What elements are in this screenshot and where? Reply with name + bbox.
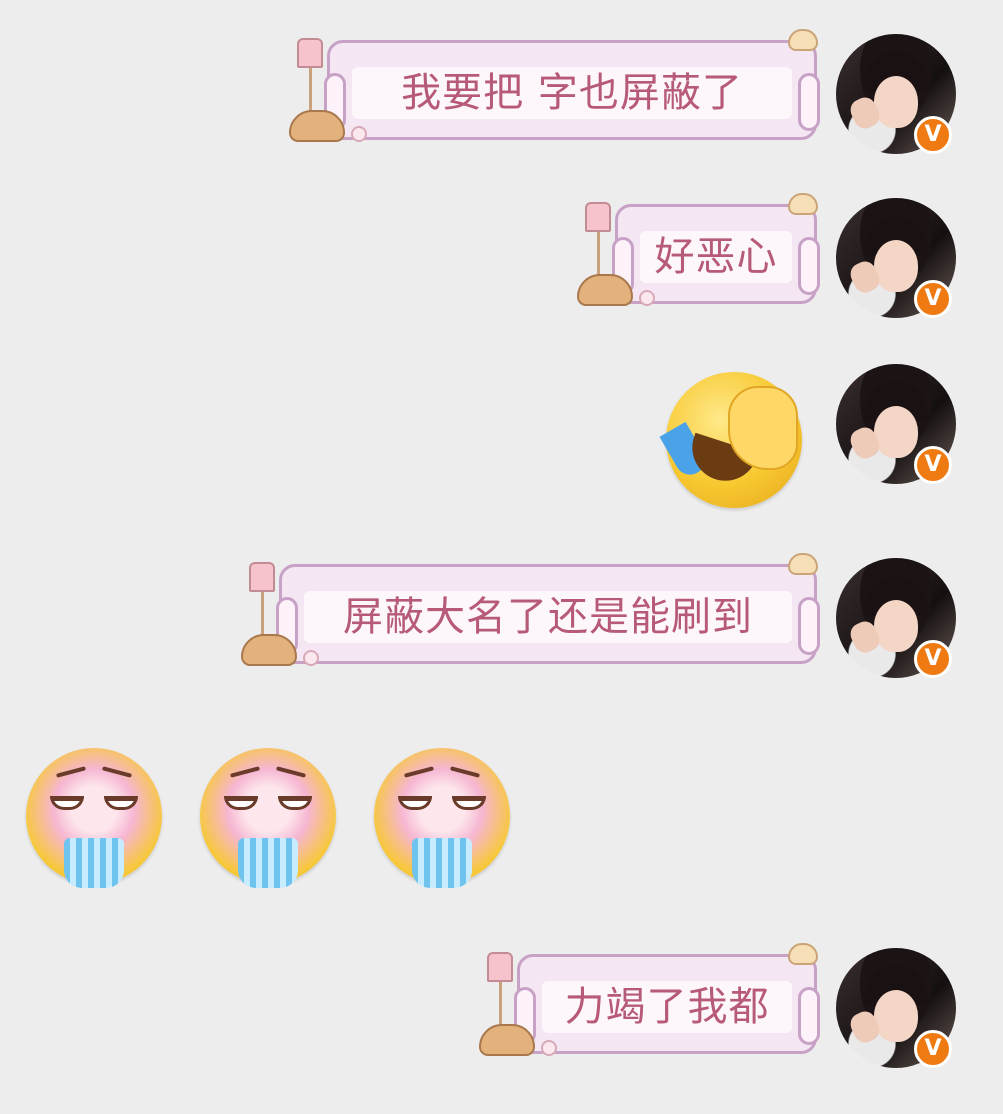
yarn-ball-icon [639, 290, 655, 306]
chat-bubble[interactable]: 好恶心 [577, 193, 820, 308]
verified-badge-icon: V [914, 446, 952, 484]
message-text: 屏蔽大名了还是能刷到 [343, 594, 753, 640]
vomit-stream-icon [64, 838, 124, 888]
message-text: 力竭了我都 [564, 984, 770, 1030]
yarn-ball-icon [351, 126, 367, 142]
kitten-icon [788, 193, 818, 215]
verified-badge-icon: V [914, 280, 952, 318]
message-text: 我要把 字也屏蔽了 [401, 70, 743, 116]
sofa-arm-right [798, 237, 820, 295]
kitten-icon [788, 29, 818, 51]
bubble-frame: 我要把 字也屏蔽了 [324, 29, 820, 140]
sleeping-cat-icon [241, 634, 297, 666]
bubble-frame: 力竭了我都 [514, 943, 820, 1054]
lamp-icon [241, 560, 297, 668]
sleeping-cat-icon [577, 274, 633, 306]
message-row-6: 力竭了我都 V [0, 943, 1003, 1068]
vomiting-face-emoji[interactable] [200, 748, 336, 888]
chat-bubble[interactable]: 屏蔽大名了还是能刷到 [241, 553, 820, 668]
verified-badge-icon: V [914, 116, 952, 154]
chat-bubble[interactable]: 力竭了我都 [479, 943, 820, 1058]
vomit-stream-icon [238, 838, 298, 888]
message-row-1: 我要把 字也屏蔽了 V [0, 29, 1003, 154]
message-row-3: V [0, 362, 1003, 508]
lamp-icon [289, 36, 345, 144]
verified-badge-icon: V [914, 640, 952, 678]
sofa-arm-right [798, 73, 820, 131]
vomiting-face-emoji[interactable] [374, 748, 510, 888]
hand-icon [728, 386, 798, 470]
message-text: 好恶心 [654, 234, 778, 280]
bubble-frame: 屏蔽大名了还是能刷到 [276, 553, 820, 664]
vomiting-face-emoji[interactable] [26, 748, 162, 888]
lamp-icon [479, 950, 535, 1058]
bubble-frame: 好恶心 [612, 193, 820, 304]
message-row-2: 好恶心 V [0, 193, 1003, 318]
vomit-stream-icon [412, 838, 472, 888]
sleeping-cat-icon [479, 1024, 535, 1056]
chat-bubble[interactable]: 我要把 字也屏蔽了 [289, 29, 820, 144]
kitten-icon [788, 553, 818, 575]
sofa-arm-right [798, 597, 820, 655]
lamp-icon [577, 200, 633, 308]
message-row-5 [0, 748, 1003, 892]
message-row-4: 屏蔽大名了还是能刷到 V [0, 553, 1003, 678]
yarn-ball-icon [541, 1040, 557, 1056]
sofa-arm-right [798, 987, 820, 1045]
yarn-ball-icon [303, 650, 319, 666]
verified-badge-icon: V [914, 1030, 952, 1068]
sleeping-cat-icon [289, 110, 345, 142]
face-palm-laugh-emoji[interactable] [659, 372, 802, 508]
kitten-icon [788, 943, 818, 965]
